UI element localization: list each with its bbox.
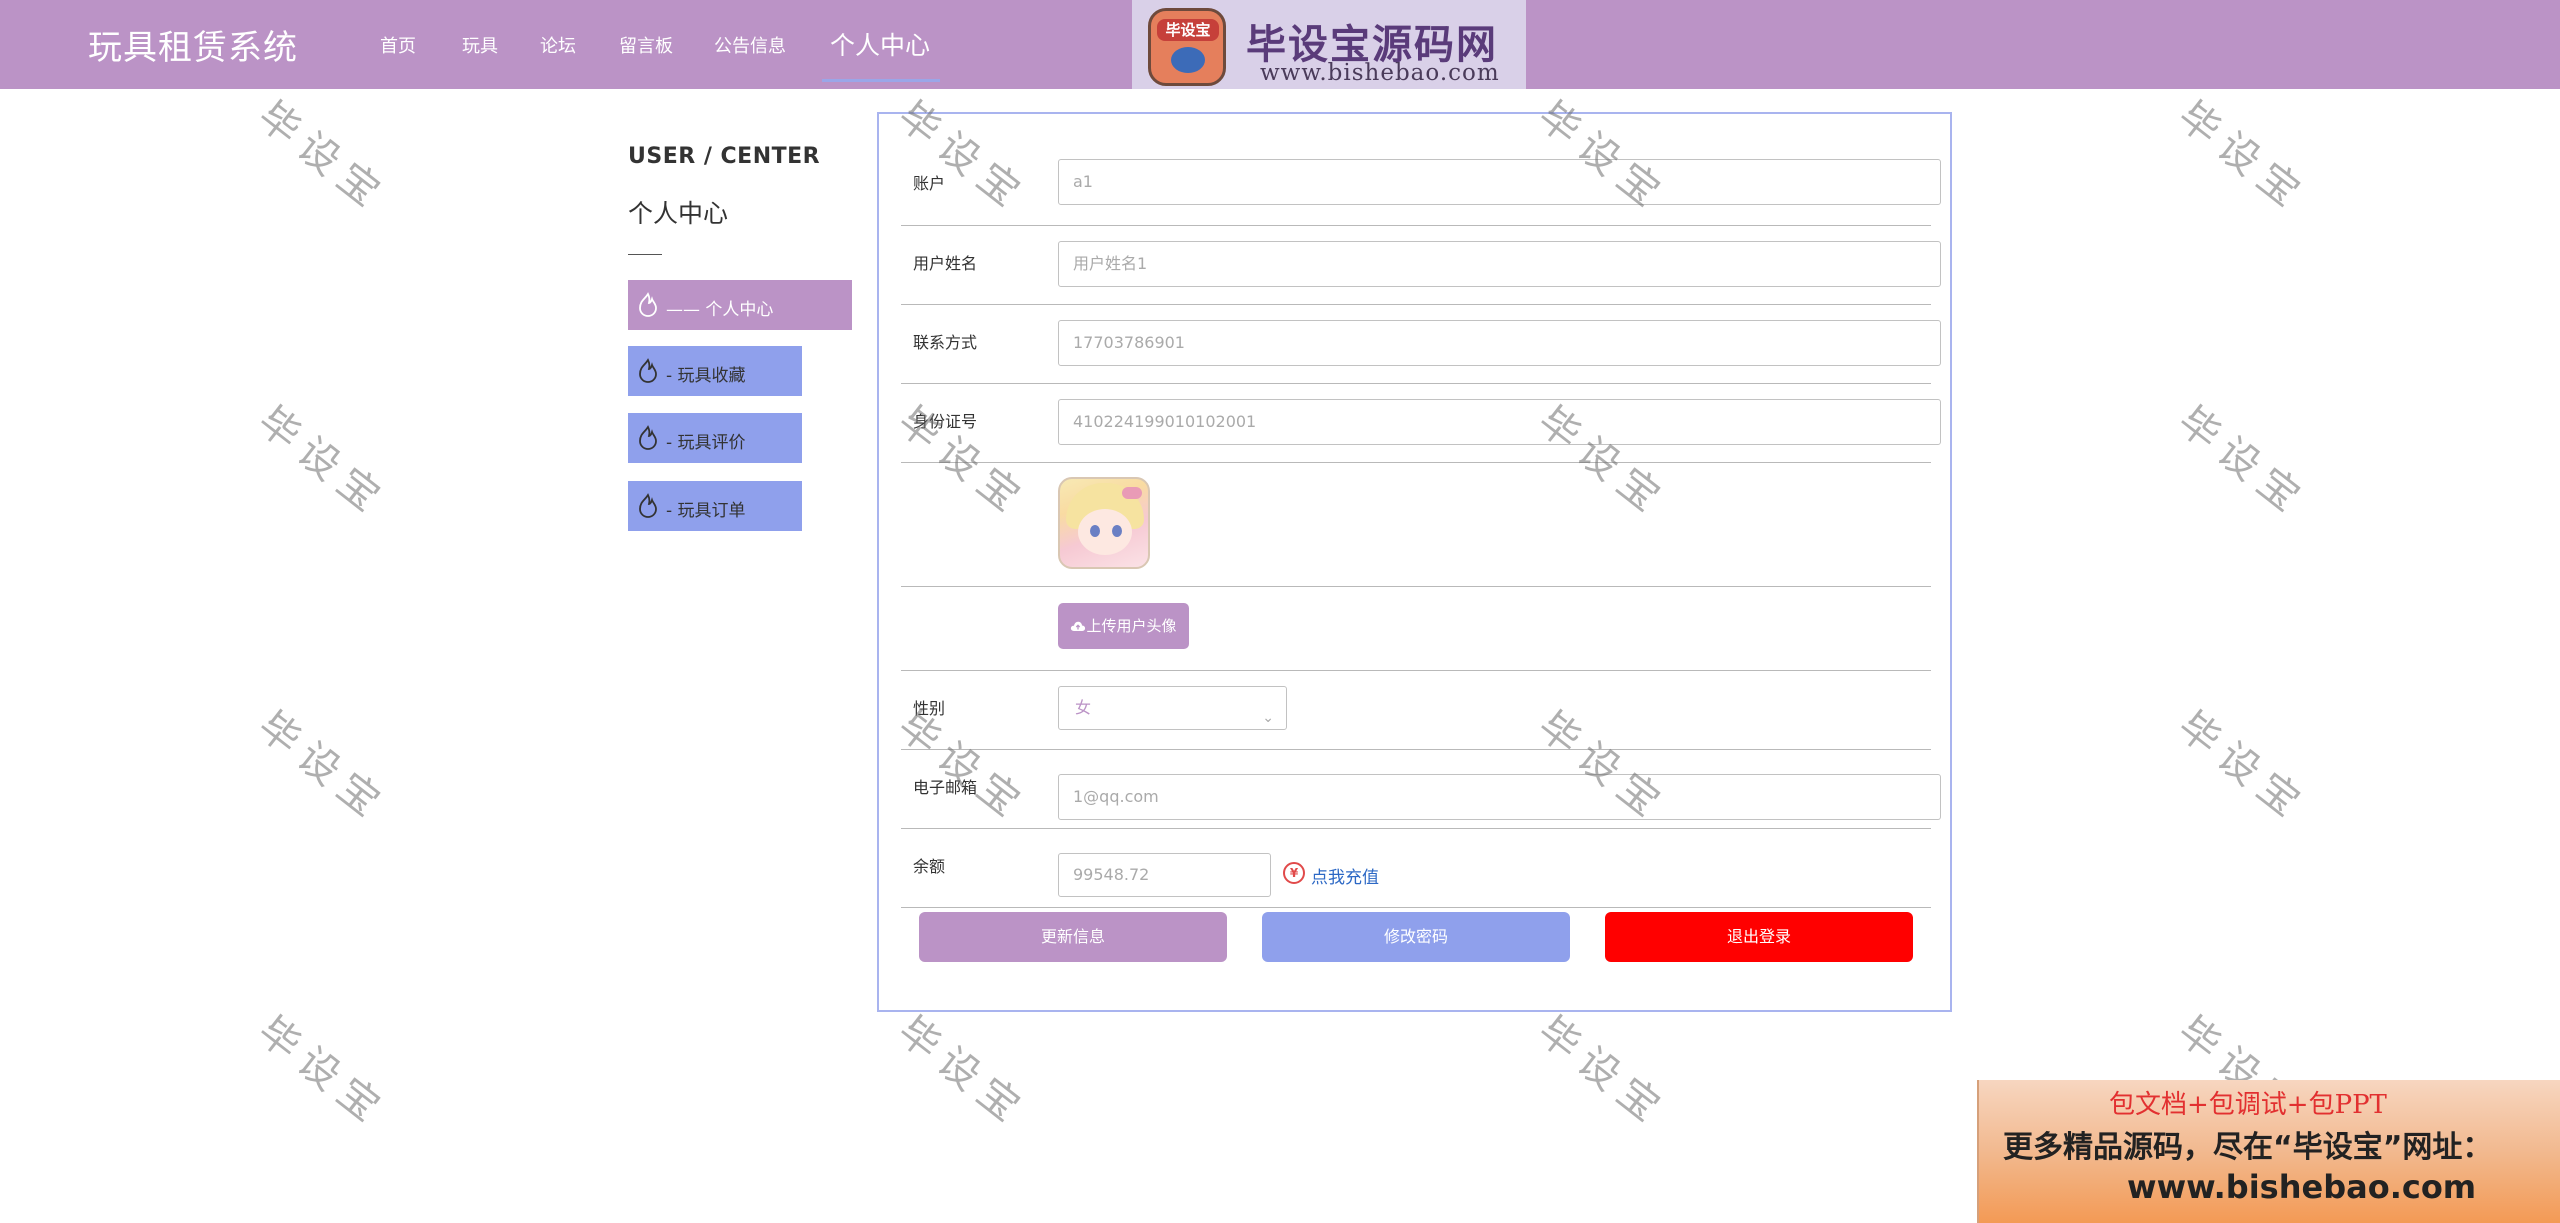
watermark-text: 毕设宝 [249,92,396,222]
logo-badge-icon: 毕设宝 [1148,8,1226,86]
logout-button[interactable]: 退出登录 [1605,912,1913,962]
sidebar-title-en: USER / CENTER [628,144,821,169]
watermark-text: 毕设宝 [2169,92,2316,222]
watermark-text: 毕设宝 [249,702,396,832]
logo-face-shape [1171,47,1205,73]
watermark-text: 毕设宝 [249,1007,396,1137]
form-row-balance: 余额 99548.72 ¥ 点我充值 [901,829,1931,908]
form-row-email: 电子邮箱 1@qq.com [901,750,1941,829]
idcard-input[interactable]: 410224199010102001 [1058,399,1941,445]
form-row-avatar [901,463,1931,587]
form-row-account: 账户 a1 [901,134,1941,226]
gender-selected-value: 女 [1075,698,1092,717]
balance-input[interactable]: 99548.72 [1058,853,1271,897]
flame-icon [639,358,657,383]
sidebar-title-cn: 个人中心 [628,199,729,228]
yuan-coin-icon[interactable]: ¥ [1283,862,1305,884]
nav-home[interactable]: 首页 [380,32,416,58]
user-info-form: 账户 a1 用户姓名 用户姓名1 联系方式 17703786901 身份证号 4… [877,112,1952,1012]
nav-announcements[interactable]: 公告信息 [714,32,786,58]
promo-banner[interactable]: 包文档+包调试+包PPT 更多精品源码，尽在“毕设宝”网址： www.bishe… [1977,1080,2560,1223]
username-label: 用户姓名 [913,254,978,273]
nav-personal-center[interactable]: 个人中心 [830,26,930,62]
cloud-upload-icon [1071,621,1086,631]
upload-avatar-label: 上传用户头像 [1086,617,1177,635]
sidebar-item-label: - 玩具订单 [666,501,746,521]
chevron-down-icon: ⌄ [1262,710,1274,726]
sidebar-item-toy-reviews[interactable]: - 玩具评价 [628,413,802,463]
watermark-text: 毕设宝 [2169,397,2316,527]
gender-select[interactable]: 女 ⌄ [1058,686,1287,730]
promo-url[interactable]: www.bishebao.com [2127,1168,2476,1206]
idcard-label: 身份证号 [913,412,978,431]
flame-icon [639,292,657,317]
logo-url: www.bishebao.com [1260,60,1500,86]
form-row-gender: 性别 女 ⌄ [901,671,1931,750]
email-input[interactable]: 1@qq.com [1058,774,1941,820]
nav-toys[interactable]: 玩具 [462,32,498,58]
bishebao-logo: 毕设宝 毕设宝源码网 www.bishebao.com [1132,0,1526,89]
balance-label: 余额 [913,857,946,876]
username-input[interactable]: 用户姓名1 [1058,241,1941,287]
recharge-link[interactable]: 点我充值 [1311,863,1379,888]
phone-label: 联系方式 [913,333,978,352]
sidebar-divider [628,254,662,255]
watermark-text: 毕设宝 [889,1007,1036,1137]
form-row-phone: 联系方式 17703786901 [901,305,1941,384]
account-input[interactable]: a1 [1058,159,1941,205]
nav-message-board[interactable]: 留言板 [619,32,673,58]
user-avatar-image [1058,477,1150,569]
email-label: 电子邮箱 [913,778,978,797]
form-row-upload: 上传用户头像 [901,587,1931,671]
flame-icon [639,425,657,450]
logo-badge-text: 毕设宝 [1157,19,1219,41]
watermark-text: 毕设宝 [2169,702,2316,832]
form-row-idcard: 身份证号 410224199010102001 [901,384,1941,463]
phone-input[interactable]: 17703786901 [1058,320,1941,366]
promo-line-2: 更多精品源码，尽在“毕设宝”网址： [2003,1130,2493,1165]
update-info-button[interactable]: 更新信息 [919,912,1227,962]
sidebar-item-personal-center[interactable]: —— 个人中心 [628,280,852,330]
watermark-text: 毕设宝 [1529,1007,1676,1137]
top-nav-bar: 玩具租赁系统 首页 玩具 论坛 留言板 公告信息 个人中心 毕设宝 毕设宝源码网… [0,0,2560,89]
sidebar-item-toy-orders[interactable]: - 玩具订单 [628,481,802,531]
sidebar-item-toy-favorites[interactable]: - 玩具收藏 [628,346,802,396]
sidebar-item-label: - 玩具收藏 [666,366,746,386]
sidebar-item-label: —— 个人中心 [666,300,774,320]
nav-active-underline [822,79,940,82]
change-password-button[interactable]: 修改密码 [1262,912,1570,962]
flame-icon [639,493,657,518]
site-brand[interactable]: 玩具租赁系统 [88,20,298,69]
account-label: 账户 [913,174,946,193]
upload-avatar-button[interactable]: 上传用户头像 [1058,603,1189,649]
watermark-text: 毕设宝 [249,397,396,527]
sidebar-item-label: - 玩具评价 [666,433,746,453]
promo-line-1: 包文档+包调试+包PPT [2109,1090,2387,1120]
form-row-username: 用户姓名 用户姓名1 [901,226,1941,305]
gender-label: 性别 [913,699,946,718]
nav-forum[interactable]: 论坛 [540,32,576,58]
